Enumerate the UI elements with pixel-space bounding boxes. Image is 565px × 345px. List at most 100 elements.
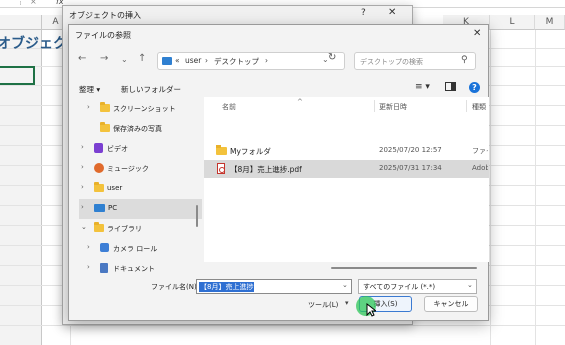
- nav-item-label: カメラ ロール: [113, 245, 158, 253]
- refresh-icon[interactable]: ↻: [328, 52, 336, 63]
- music-icon: [94, 163, 104, 173]
- close-icon[interactable]: ✕: [473, 28, 481, 39]
- collapse-chevron-icon[interactable]: ⌄: [81, 223, 87, 231]
- new-folder-button[interactable]: 新しいフォルダー: [121, 84, 181, 95]
- cancel-button[interactable]: キャンセル: [424, 296, 478, 312]
- filetype-select[interactable]: すべてのファイル (*.*) ⌄: [358, 279, 477, 294]
- folder-icon: [94, 222, 104, 232]
- nav-item-saved-photos[interactable]: 保存済みの写真: [79, 119, 202, 139]
- expand-chevron-icon[interactable]: ›: [87, 103, 90, 111]
- address-segment-user[interactable]: user: [185, 56, 201, 65]
- back-arrow-icon[interactable]: ←: [78, 53, 86, 64]
- nav-item-label: 保存済みの写真: [113, 125, 162, 133]
- nav-item-camera-roll[interactable]: › カメラ ロール: [79, 239, 202, 259]
- file-name: Myフォルダ: [230, 147, 271, 156]
- recent-locations-chevron-icon[interactable]: ⌄: [121, 55, 128, 64]
- more-icon[interactable]: ⋮: [17, 0, 24, 6]
- pc-icon: [94, 204, 105, 212]
- selected-cell[interactable]: [0, 66, 35, 85]
- address-segment-desktop[interactable]: デスクトップ: [214, 56, 259, 67]
- nav-item-user[interactable]: › user: [79, 179, 202, 199]
- file-date: 2025/07/20 12:57: [379, 146, 442, 154]
- address-prefix: «: [175, 56, 180, 65]
- expand-chevron-icon[interactable]: ›: [87, 243, 90, 251]
- column-divider[interactable]: [374, 100, 375, 112]
- close-icon[interactable]: ✕: [388, 7, 396, 18]
- help-icon[interactable]: ?: [469, 82, 480, 93]
- expand-chevron-icon[interactable]: ›: [87, 263, 90, 271]
- nav-item-music[interactable]: › ミュージック: [79, 159, 202, 179]
- address-bar[interactable]: « user › デスクトップ › ⌄: [157, 52, 345, 70]
- help-button[interactable]: ?: [361, 8, 366, 18]
- sort-ascending-icon: ^: [297, 98, 303, 106]
- up-arrow-icon[interactable]: ↑: [138, 53, 146, 64]
- video-icon: [94, 143, 103, 153]
- nav-item-label: PC: [108, 204, 118, 212]
- nav-item-screenshots[interactable]: › スクリーンショット: [79, 99, 202, 119]
- search-placeholder: デスクトップの検索: [360, 58, 423, 66]
- file-type: Adob: [472, 164, 488, 172]
- column-header-m[interactable]: M: [535, 15, 565, 30]
- forward-arrow-icon[interactable]: →: [100, 53, 108, 64]
- insert-object-title: オブジェクトの挿入: [69, 11, 141, 20]
- filename-input[interactable]: 【8月】売上進捗 ⌄: [196, 279, 352, 294]
- file-type: ファイ: [472, 147, 488, 155]
- navigation-pane: › スクリーンショット 保存済みの写真 › ビデオ › ミュージック › use…: [79, 99, 202, 273]
- nav-item-label: user: [107, 184, 123, 192]
- search-input[interactable]: デスクトップの検索 ⚲: [354, 52, 476, 70]
- file-name: 【8月】売上進捗.pdf: [230, 165, 302, 174]
- tools-menu[interactable]: ツール(L): [308, 300, 338, 310]
- address-separator: ›: [205, 56, 208, 65]
- nav-item-label: スクリーンショット: [113, 105, 176, 113]
- chevron-down-icon[interactable]: ⌄: [342, 281, 348, 289]
- column-divider[interactable]: [466, 100, 467, 112]
- address-separator: ›: [265, 56, 268, 65]
- navigation-scrollbar[interactable]: [196, 205, 198, 227]
- select-all-corner[interactable]: [0, 15, 42, 30]
- column-header-l[interactable]: L: [490, 15, 535, 30]
- mouse-pointer-icon: [366, 303, 376, 317]
- camera-icon: [100, 243, 109, 252]
- nav-item-videos[interactable]: › ビデオ: [79, 139, 202, 159]
- filename-value: 【8月】売上進捗: [199, 282, 255, 292]
- folder-icon: [94, 182, 104, 192]
- nav-item-pc[interactable]: › PC: [79, 199, 202, 219]
- expand-chevron-icon[interactable]: ›: [81, 143, 84, 151]
- nav-item-documents[interactable]: › ドキュメント: [79, 259, 202, 273]
- file-row-sales-pdf[interactable]: 【8月】売上進捗.pdf 2025/07/31 17:34 Adob: [204, 160, 489, 178]
- folder-icon: [100, 122, 110, 132]
- nav-item-label: ビデオ: [107, 145, 128, 153]
- gridline: [535, 30, 536, 345]
- file-browse-dialog: ファイルの参照 ✕ ← → ⌄ ↑ « user › デスクトップ › ⌄ ↻ …: [68, 24, 489, 321]
- folder-icon: [216, 145, 227, 155]
- cancel-formula-icon[interactable]: ×: [30, 0, 37, 6]
- column-header-name[interactable]: 名前: [222, 102, 236, 112]
- file-dialog-title: ファイルの参照: [75, 31, 131, 40]
- filetype-value: すべてのファイル (*.*): [363, 283, 436, 291]
- expand-chevron-icon[interactable]: ›: [81, 183, 84, 191]
- tools-dropdown-icon[interactable]: ▾: [345, 299, 349, 307]
- pdf-file-icon: [217, 163, 225, 174]
- column-header-type[interactable]: 種類: [472, 102, 486, 112]
- file-list: ^ 名前 更新日時 種類 Myフォルダ 2025/07/20 12:57 ファイ…: [204, 97, 489, 262]
- preview-pane-icon[interactable]: [445, 82, 456, 91]
- file-row-myfolder[interactable]: Myフォルダ 2025/07/20 12:57 ファイ: [204, 142, 489, 160]
- column-header-date[interactable]: 更新日時: [379, 102, 407, 112]
- pc-icon: [162, 57, 172, 65]
- horizontal-scrollbar[interactable]: [331, 267, 477, 269]
- expand-chevron-icon[interactable]: ›: [81, 163, 84, 171]
- expand-chevron-icon[interactable]: ›: [81, 203, 84, 211]
- file-date: 2025/07/31 17:34: [379, 164, 442, 172]
- organize-menu[interactable]: 整理 ▾: [79, 84, 100, 95]
- chevron-down-icon[interactable]: ⌄: [467, 281, 473, 289]
- nav-item-label: ライブラリ: [107, 225, 142, 233]
- gridline: [490, 30, 491, 345]
- gridline: [0, 325, 565, 326]
- nav-item-libraries[interactable]: ⌄ ライブラリ: [79, 219, 202, 239]
- search-icon: ⚲: [461, 55, 468, 65]
- document-icon: [100, 263, 108, 273]
- view-options-icon[interactable]: ≡ ▾: [415, 82, 430, 92]
- filename-label: ファイル名(N):: [151, 283, 200, 291]
- nav-item-label: ドキュメント: [113, 265, 155, 273]
- folder-icon: [100, 102, 110, 112]
